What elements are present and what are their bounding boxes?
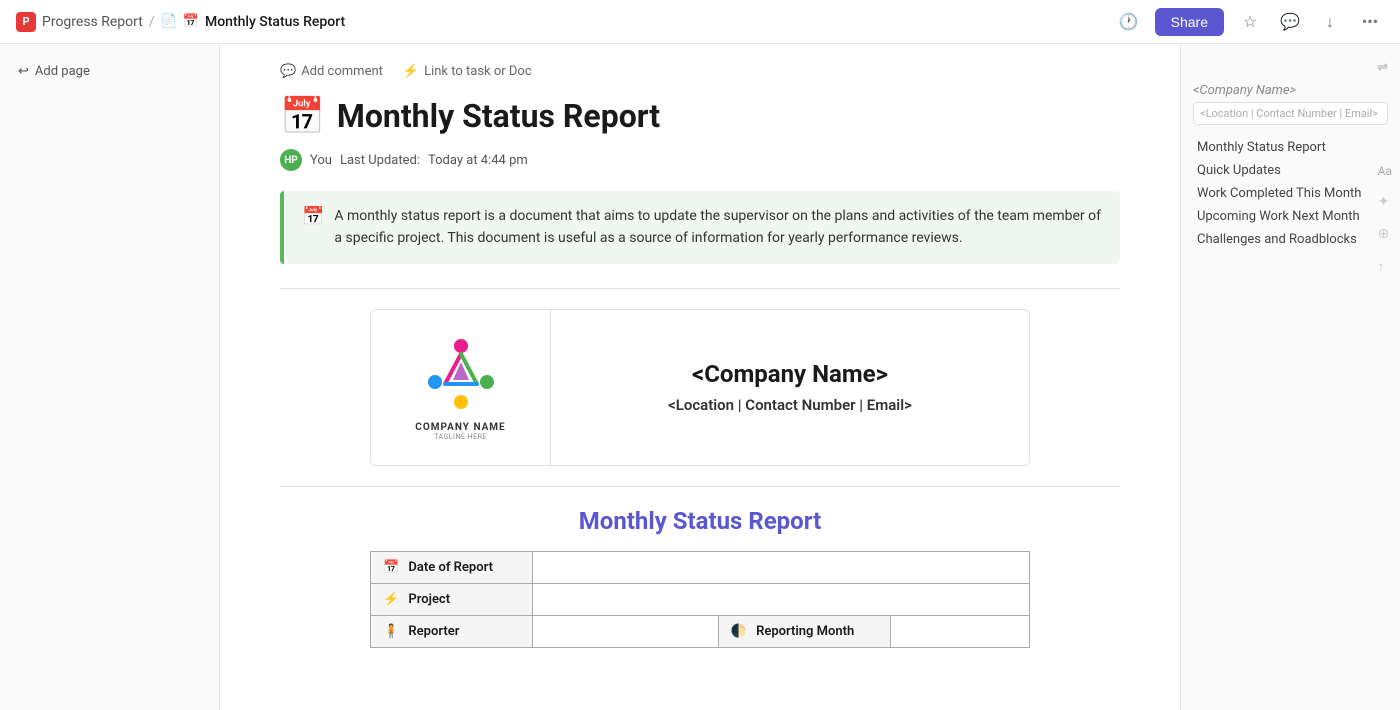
- link-to-task-button[interactable]: ⚡ Link to task or Doc: [403, 64, 532, 79]
- breadcrumb: P Progress Report / 📄 📅 Monthly Status R…: [16, 12, 345, 32]
- callout-text: A monthly status report is a document th…: [334, 205, 1102, 250]
- comment-icon: 💬: [280, 64, 296, 79]
- nav-label-4: Challenges and Roadblocks: [1197, 232, 1357, 247]
- reporter-label-text: Reporter: [408, 624, 459, 639]
- content-area: 💬 Add comment ⚡ Link to task or Doc 📅 Mo…: [220, 44, 1180, 710]
- sidebar-item-quick-updates[interactable]: Quick Updates: [1193, 160, 1388, 181]
- topbar: P Progress Report / 📄 📅 Monthly Status R…: [0, 0, 1400, 44]
- add-page-button[interactable]: ↩ Add page: [12, 60, 207, 83]
- main-layout: ↩ Add page 💬 Add comment ⚡ Link to task …: [0, 44, 1400, 710]
- breadcrumb-doc-title: Monthly Status Report: [205, 14, 345, 30]
- company-card: COMPANY NAME TAGLINE HERE <Company Name>…: [370, 309, 1030, 466]
- nav-label-2: Work Completed This Month: [1197, 186, 1361, 201]
- add-comment-button[interactable]: 💬 Add comment: [280, 64, 383, 79]
- doc-title: Monthly Status Report: [337, 97, 660, 135]
- project-label-text: Project: [408, 592, 450, 607]
- table-row: 📅 Date of Report: [371, 551, 1030, 583]
- chat-icon[interactable]: 💬: [1276, 8, 1304, 36]
- logo-label: COMPANY NAME: [415, 422, 505, 433]
- nav-label-0: Monthly Status Report: [1197, 140, 1326, 155]
- more-options-icon[interactable]: •••: [1356, 8, 1384, 36]
- table-row: 🧍 Reporter 🌓 Reporting Month: [371, 615, 1030, 647]
- breadcrumb-separator: /: [149, 14, 155, 30]
- company-contact-text: <Location | Contact Number | Email>: [668, 396, 912, 414]
- sidebar-company-name: <Company Name>: [1193, 83, 1388, 98]
- add-comment-label: Add comment: [301, 64, 383, 79]
- sidebar-location: <Location | Contact Number | Email>: [1193, 102, 1388, 125]
- topbar-actions: 🕐 Share ☆ 💬 ↓ •••: [1115, 8, 1384, 36]
- link-icon: ⚡: [403, 64, 419, 79]
- font-size-icon[interactable]: Aa: [1378, 164, 1392, 178]
- reporting-month-value[interactable]: [890, 615, 1029, 647]
- callout-block: 📅 A monthly status report is a document …: [280, 191, 1120, 264]
- sidebar-collapse-button[interactable]: ⇌: [1193, 60, 1388, 75]
- history-icon[interactable]: 🕐: [1115, 8, 1143, 36]
- link-label: Link to task or Doc: [424, 64, 532, 79]
- doc-type-icon: 📄: [161, 14, 177, 29]
- star-icon[interactable]: ☆: [1236, 8, 1264, 36]
- sidebar-item-work-completed[interactable]: Work Completed This Month: [1193, 183, 1388, 204]
- section-title: Monthly Status Report: [280, 507, 1120, 535]
- project-value[interactable]: [533, 583, 1030, 615]
- project-icon: ⚡: [383, 592, 399, 607]
- sidebar-item-challenges[interactable]: Challenges and Roadblocks: [1193, 229, 1388, 250]
- divider-2: [280, 486, 1120, 487]
- left-sidebar: ↩ Add page: [0, 44, 220, 710]
- share-button[interactable]: Share: [1155, 8, 1224, 36]
- date-of-report-label: 📅 Date of Report: [371, 551, 533, 583]
- logo-tagline: TAGLINE HERE: [434, 433, 487, 441]
- company-logo-area: COMPANY NAME TAGLINE HERE: [371, 310, 551, 465]
- month-icon: 🌓: [731, 624, 747, 639]
- app-icon: P: [16, 12, 36, 32]
- company-logo: [421, 334, 501, 414]
- company-info-area: <Company Name> <Location | Contact Numbe…: [551, 310, 1029, 465]
- users-icon[interactable]: ⊕: [1378, 226, 1392, 242]
- sidebar-item-upcoming-work[interactable]: Upcoming Work Next Month: [1193, 206, 1388, 227]
- app-name: Progress Report: [42, 14, 143, 30]
- reporter-icon: 🧍: [383, 624, 399, 639]
- reporting-month-label-text: Reporting Month: [756, 624, 854, 639]
- callout-icon: 📅: [302, 206, 324, 227]
- date-label-text: Date of Report: [408, 560, 493, 575]
- last-updated-label: Last Updated:: [340, 153, 420, 168]
- add-page-icon: ↩: [18, 64, 29, 79]
- right-sidebar: ⇌ <Company Name> <Location | Contact Num…: [1180, 44, 1400, 710]
- company-name-text: <Company Name>: [692, 360, 888, 388]
- sidebar-nav: Monthly Status Report Quick Updates Work…: [1193, 137, 1388, 250]
- action-bar: 💬 Add comment ⚡ Link to task or Doc: [280, 64, 1120, 79]
- divider-1: [280, 288, 1120, 289]
- last-updated-value: Today at 4:44 pm: [428, 153, 528, 168]
- reporting-month-label: 🌓 Reporting Month: [718, 615, 890, 647]
- table-row: ⚡ Project: [371, 583, 1030, 615]
- collapse-icon: ⇌: [1377, 60, 1388, 75]
- sidebar-item-monthly-status[interactable]: Monthly Status Report: [1193, 137, 1388, 158]
- star-sidebar-icon[interactable]: ✦: [1378, 194, 1392, 210]
- calendar-doc-icon: 📅: [183, 14, 199, 29]
- share-sidebar-icon[interactable]: ↑: [1378, 258, 1392, 275]
- doc-header: 📅 Monthly Status Report: [280, 95, 1120, 137]
- doc-title-icon: 📅: [280, 95, 325, 137]
- date-icon: 📅: [383, 560, 399, 575]
- download-icon[interactable]: ↓: [1316, 8, 1344, 36]
- avatar: HP: [280, 149, 302, 171]
- reporter-value[interactable]: [533, 615, 718, 647]
- nav-label-3: Upcoming Work Next Month: [1197, 209, 1360, 224]
- sidebar-action-icons: Aa ✦ ⊕ ↑: [1378, 164, 1392, 275]
- nav-label-1: Quick Updates: [1197, 163, 1281, 178]
- add-page-label: Add page: [35, 64, 90, 79]
- author-name: You: [310, 153, 332, 168]
- author-line: HP You Last Updated: Today at 4:44 pm: [280, 149, 1120, 171]
- report-table: 📅 Date of Report ⚡ Project 🧍 Reporter: [370, 551, 1030, 648]
- project-label: ⚡ Project: [371, 583, 533, 615]
- date-of-report-value[interactable]: [533, 551, 1030, 583]
- reporter-label: 🧍 Reporter: [371, 615, 533, 647]
